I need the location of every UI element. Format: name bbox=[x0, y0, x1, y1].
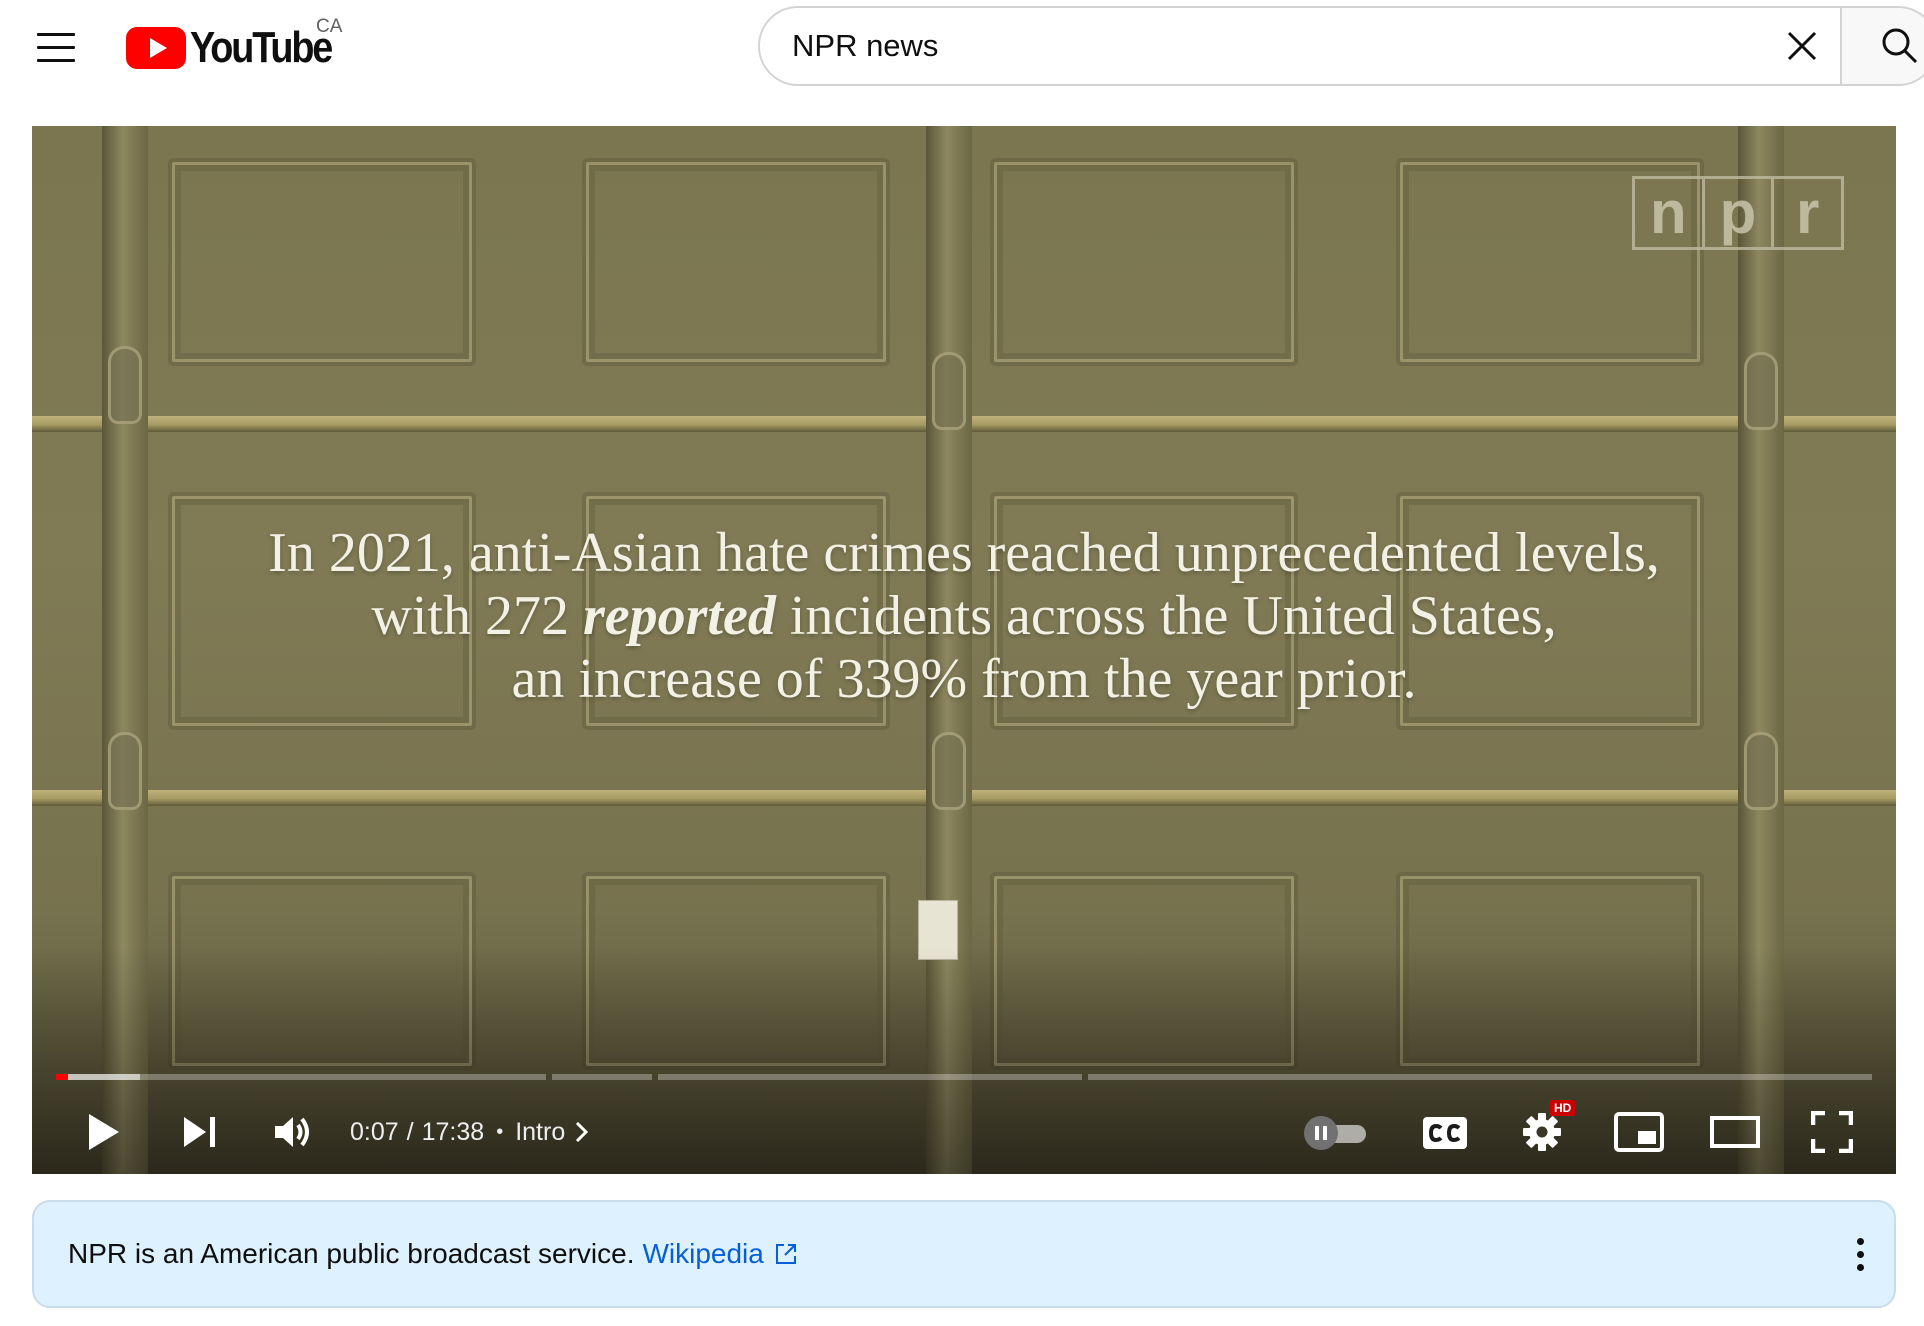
play-icon bbox=[89, 1114, 119, 1150]
caption-line: an increase of 339% from the year prior. bbox=[511, 648, 1417, 710]
chapter-title: Intro bbox=[515, 1117, 566, 1146]
chapter-dot: • bbox=[496, 1120, 504, 1143]
search-button[interactable] bbox=[1840, 8, 1924, 84]
npr-watermark: n p r bbox=[1632, 176, 1844, 250]
subtitles-button[interactable] bbox=[1416, 1110, 1474, 1156]
door-panel bbox=[586, 162, 886, 362]
hamburger-icon-bar bbox=[37, 45, 75, 49]
clear-search-button[interactable] bbox=[1774, 18, 1830, 74]
chevron-right-icon bbox=[576, 1121, 589, 1143]
caption-line: In 2021, anti-Asian hate crimes reached … bbox=[268, 522, 1660, 584]
miniplayer-button[interactable] bbox=[1610, 1108, 1668, 1156]
caption-line: with 272 reported incidents across the U… bbox=[32, 585, 1896, 648]
caption-emphasis: reported bbox=[582, 585, 776, 647]
chapter-button[interactable]: Intro bbox=[515, 1118, 589, 1147]
hamburger-icon-bar bbox=[37, 32, 75, 36]
door-hinge bbox=[1744, 352, 1778, 430]
npr-letter: p bbox=[1705, 179, 1775, 247]
current-time: 0:07 bbox=[350, 1117, 399, 1146]
menu-button[interactable] bbox=[26, 20, 86, 74]
door-hinge bbox=[932, 732, 966, 810]
wikipedia-link[interactable]: Wikipedia bbox=[642, 1238, 763, 1270]
logo-wordmark: YouTube bbox=[190, 23, 333, 72]
close-icon bbox=[1787, 31, 1817, 61]
gear-icon bbox=[1523, 1113, 1561, 1151]
skip-next-icon bbox=[184, 1117, 215, 1147]
volume-icon bbox=[275, 1117, 309, 1147]
information-panel: NPR is an American public broadcast serv… bbox=[32, 1200, 1896, 1308]
search-box bbox=[758, 6, 1924, 86]
autoplay-toggle[interactable] bbox=[1304, 1116, 1370, 1150]
time-separator: / bbox=[406, 1117, 414, 1146]
more-options-button[interactable] bbox=[1842, 1234, 1878, 1274]
door-hinge bbox=[108, 732, 142, 810]
door-panel bbox=[172, 162, 472, 362]
progress-loaded bbox=[56, 1074, 140, 1080]
npr-letter: r bbox=[1796, 179, 1820, 246]
npr-letter: n bbox=[1635, 179, 1705, 247]
external-link-icon[interactable] bbox=[774, 1242, 798, 1266]
closed-captions-icon bbox=[1423, 1117, 1467, 1149]
fullscreen-button[interactable] bbox=[1804, 1108, 1860, 1156]
progress-bar[interactable] bbox=[56, 1074, 1872, 1080]
search-icon bbox=[1882, 28, 1918, 64]
youtube-play-icon bbox=[126, 27, 186, 69]
play-button[interactable] bbox=[76, 1106, 132, 1158]
duration: 17:38 bbox=[421, 1117, 485, 1146]
caption-text: incidents across the United States, bbox=[775, 585, 1557, 647]
video-caption: In 2021, anti-Asian hate crimes reached … bbox=[32, 522, 1896, 711]
more-vert-icon-dot bbox=[1856, 1263, 1864, 1271]
miniplayer-icon bbox=[1614, 1112, 1664, 1152]
video-player[interactable]: n p r In 2021, anti-Asian hate crimes re… bbox=[32, 126, 1896, 1174]
time-display: 0:07 / 17:38 • Intro bbox=[350, 1112, 589, 1152]
theater-mode-icon bbox=[1710, 1116, 1760, 1148]
more-vert-icon-dot bbox=[1856, 1250, 1864, 1258]
chapter-segment bbox=[1088, 1074, 1872, 1080]
progress-played bbox=[56, 1074, 68, 1080]
door-hinge bbox=[108, 346, 142, 424]
country-code: CA bbox=[316, 16, 343, 37]
chapter-segment bbox=[552, 1074, 652, 1080]
hamburger-icon-bar bbox=[37, 58, 75, 62]
hd-badge: HD bbox=[1550, 1100, 1576, 1116]
next-button[interactable] bbox=[172, 1106, 228, 1158]
door-hinge bbox=[932, 352, 966, 430]
info-panel-content: NPR is an American public broadcast serv… bbox=[68, 1202, 798, 1306]
masthead: YouTube CA bbox=[0, 0, 1924, 96]
more-vert-icon-dot bbox=[1856, 1237, 1864, 1245]
fullscreen-icon bbox=[1811, 1111, 1853, 1153]
door-hinge bbox=[1744, 732, 1778, 810]
chapter-segment bbox=[658, 1074, 1082, 1080]
search-input[interactable] bbox=[792, 8, 1672, 84]
autoplay-pause-icon bbox=[1304, 1116, 1338, 1150]
info-description: NPR is an American public broadcast serv… bbox=[68, 1238, 635, 1269]
mute-button[interactable] bbox=[266, 1106, 322, 1158]
theater-mode-button[interactable] bbox=[1706, 1108, 1764, 1156]
door-panel bbox=[994, 162, 1294, 362]
caption-text: with 272 bbox=[371, 585, 583, 647]
